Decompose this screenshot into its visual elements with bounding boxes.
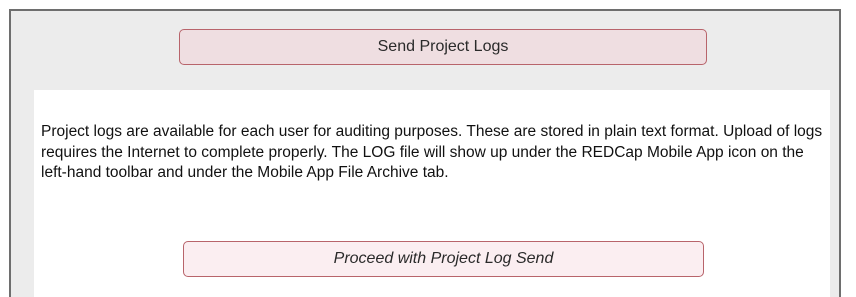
project-logs-panel: Project logs are available for each user… [34, 90, 830, 297]
send-project-logs-button[interactable]: Send Project Logs [179, 29, 707, 65]
project-logs-frame: Send Project Logs Project logs are avail… [9, 9, 841, 297]
proceed-with-log-send-button[interactable]: Proceed with Project Log Send [183, 241, 704, 277]
project-logs-description: Project logs are available for each user… [41, 123, 823, 181]
